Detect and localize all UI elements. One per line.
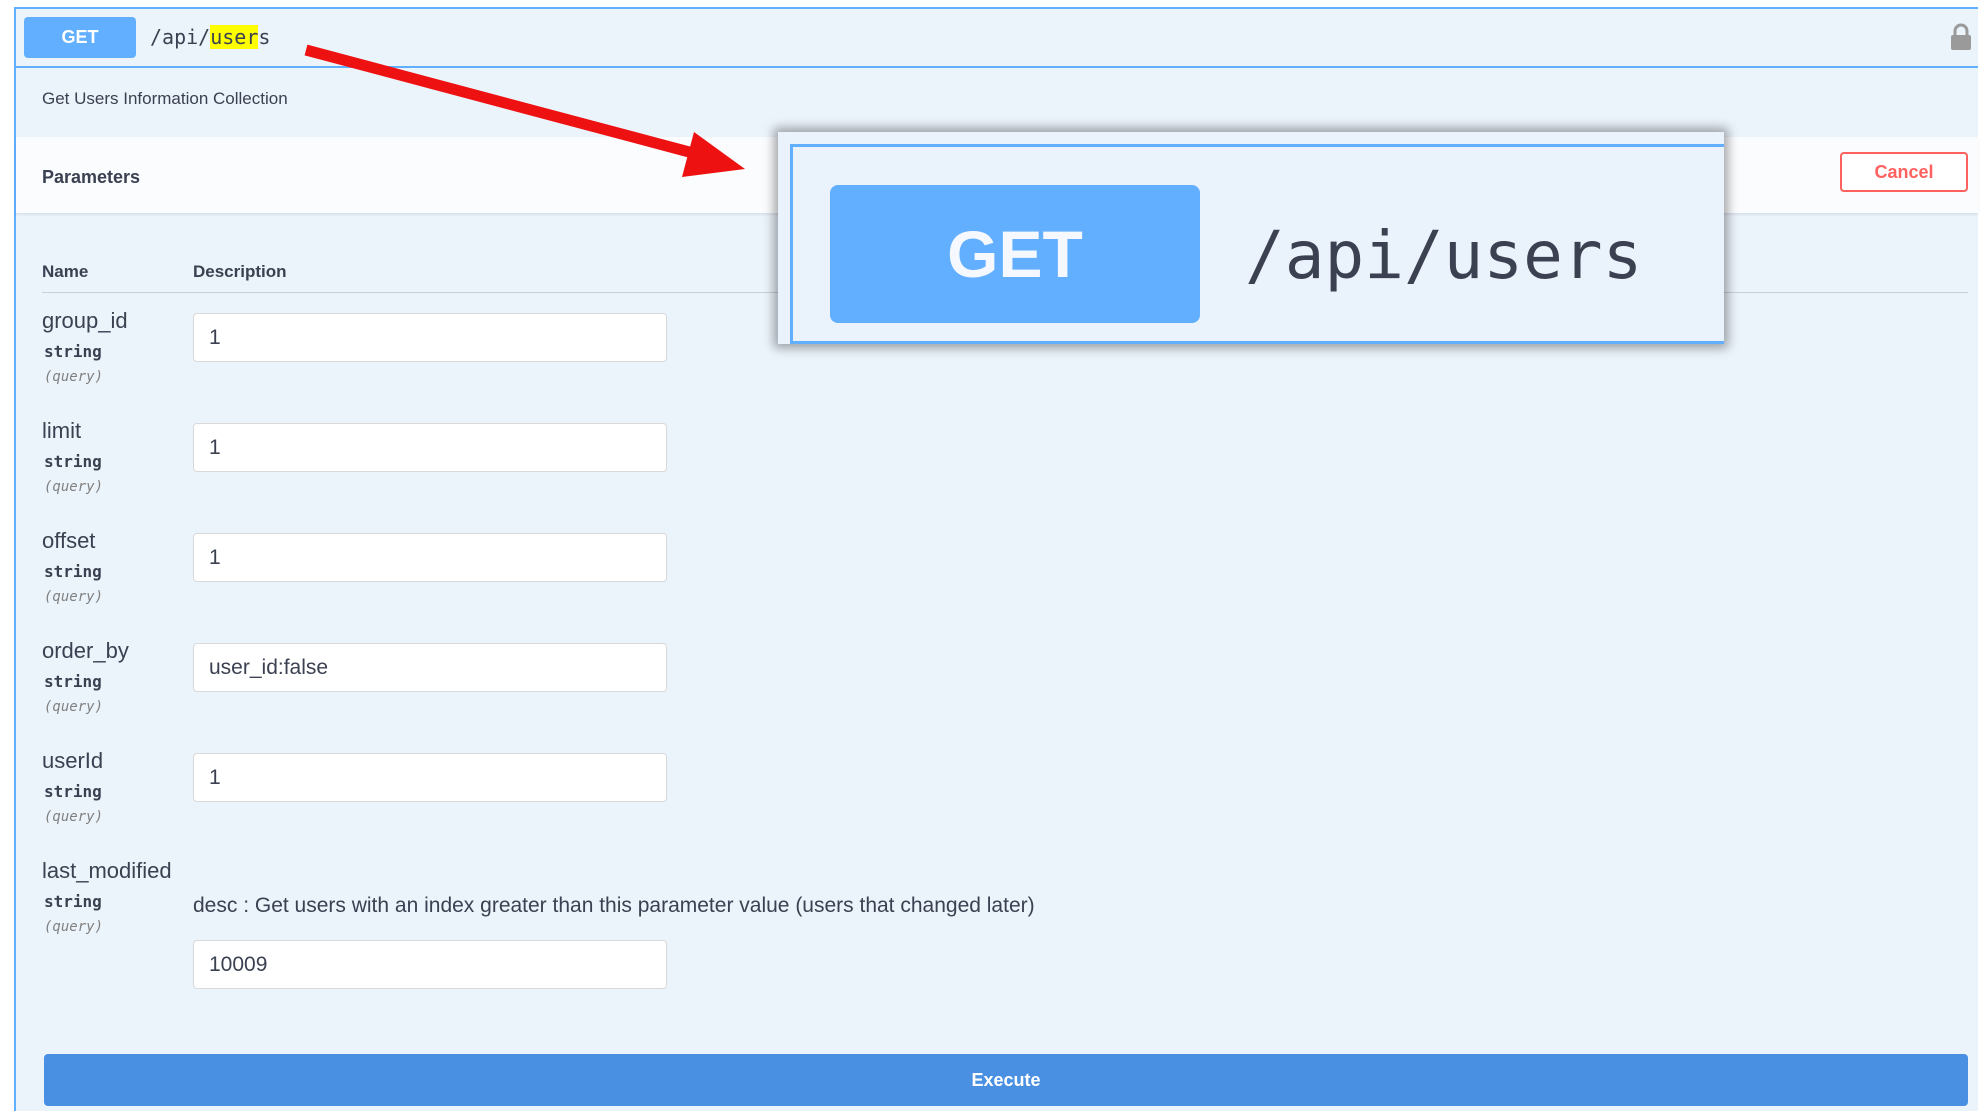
param-description: desc : Get users with an index greater t… — [193, 894, 1035, 917]
param-location: (query) — [44, 589, 104, 605]
order-by-input[interactable]: user_id:false — [193, 643, 667, 692]
param-name: offset — [42, 528, 96, 553]
param-location: (query) — [44, 919, 104, 935]
lock-icon[interactable] — [1950, 23, 1972, 51]
zoom-method-badge: GET — [830, 185, 1200, 323]
param-location: (query) — [44, 699, 104, 715]
cancel-button[interactable]: Cancel — [1840, 152, 1968, 192]
column-header-name: Name — [42, 262, 89, 281]
param-type: string — [44, 782, 102, 801]
zoom-callout-frame: GET /api/users — [790, 144, 1724, 344]
param-location: (query) — [44, 479, 104, 495]
param-type: string — [44, 452, 102, 471]
param-type: string — [44, 892, 102, 911]
param-name: order_by — [42, 638, 129, 663]
param-type: string — [44, 562, 102, 581]
group-id-input[interactable]: 1 — [193, 313, 667, 362]
param-type: string — [44, 342, 102, 361]
param-name: userId — [42, 748, 104, 773]
param-name: limit — [42, 418, 82, 443]
offset-input[interactable]: 1 — [193, 533, 667, 582]
path-prefix: /api/ — [150, 25, 211, 49]
execute-button[interactable]: Execute — [44, 1054, 1968, 1106]
zoom-callout: GET /api/users — [778, 132, 1724, 344]
column-header-description: Description — [193, 262, 287, 281]
limit-input[interactable]: 1 — [193, 423, 667, 472]
method-badge[interactable]: GET — [24, 17, 136, 58]
endpoint-path: /api/users — [150, 25, 270, 49]
last-modified-input[interactable]: 10009 — [193, 940, 667, 989]
parameters-title: Parameters — [42, 167, 141, 187]
operation-summary[interactable]: GET /api/users — [16, 9, 1978, 68]
param-location: (query) — [44, 809, 104, 825]
path-suffix: s — [258, 25, 271, 49]
operation-description: Get Users Information Collection — [42, 89, 288, 108]
param-name: last_modified — [42, 858, 172, 883]
param-name: group_id — [42, 308, 128, 333]
path-highlight: user — [210, 25, 259, 49]
user-id-input[interactable]: 1 — [193, 753, 667, 802]
param-location: (query) — [44, 369, 104, 385]
param-type: string — [44, 672, 102, 691]
zoom-endpoint-path: /api/users — [1245, 217, 1643, 294]
